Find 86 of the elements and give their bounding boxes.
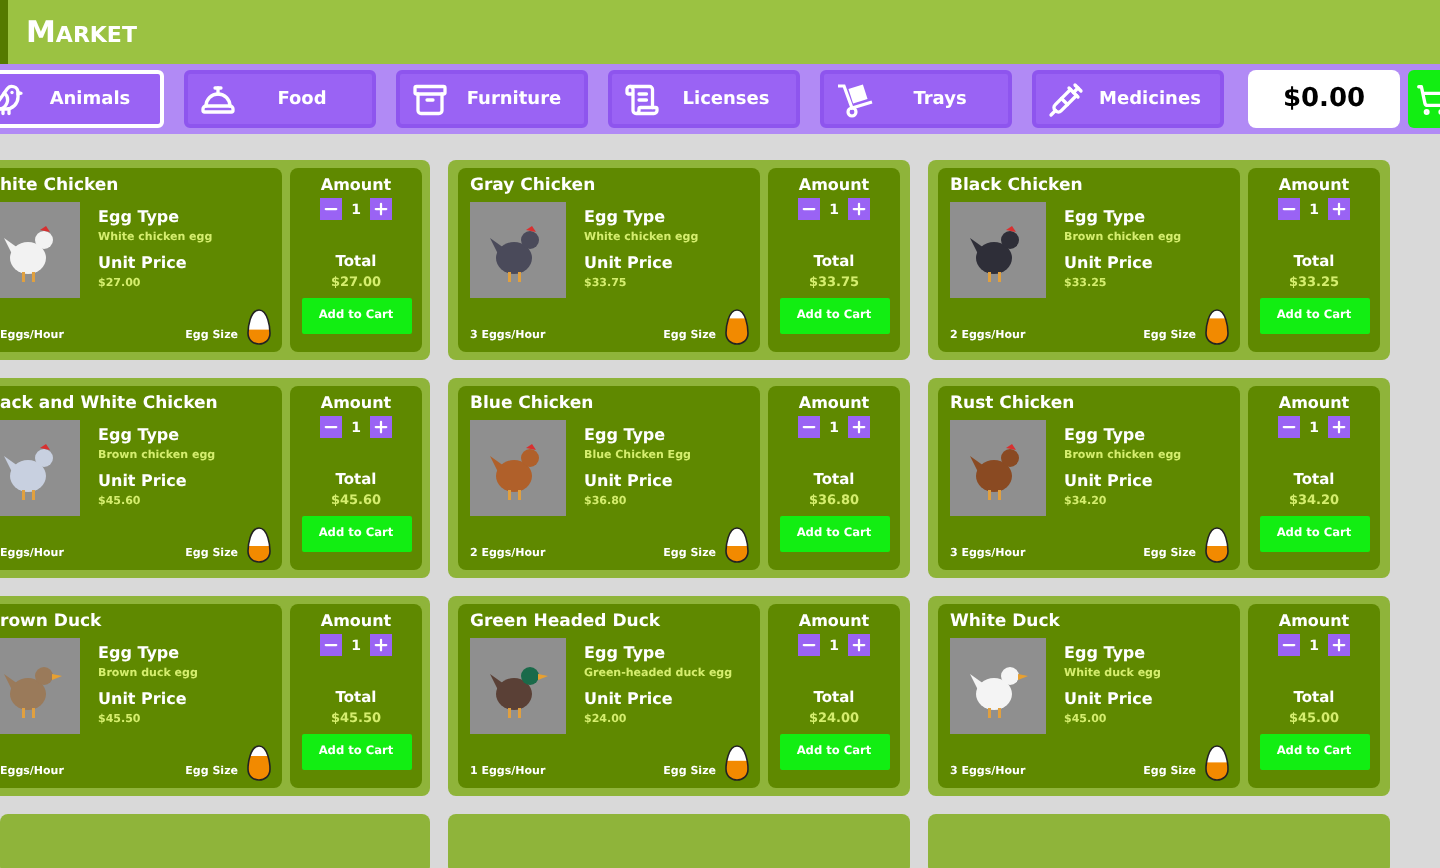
scroll-icon bbox=[624, 81, 660, 117]
product-name: Gray Chicken bbox=[470, 176, 598, 200]
amount-label: Amount bbox=[1278, 176, 1350, 194]
syringe-icon bbox=[1048, 81, 1084, 117]
increase-button[interactable] bbox=[1328, 416, 1351, 438]
increase-button[interactable] bbox=[370, 416, 393, 438]
plus-icon bbox=[372, 418, 391, 436]
decrease-button[interactable] bbox=[319, 634, 342, 656]
category-tab[interactable]: Licenses bbox=[608, 70, 800, 128]
plus-icon bbox=[1330, 636, 1349, 654]
egg-size-icon bbox=[724, 308, 750, 346]
bell-icon bbox=[200, 81, 236, 117]
amount-label: Amount bbox=[320, 394, 392, 412]
egg-size-icon bbox=[1204, 526, 1230, 564]
product-name: White Duck bbox=[950, 612, 1062, 636]
amount-label: Amount bbox=[320, 176, 392, 194]
decrease-button[interactable] bbox=[319, 416, 342, 438]
product-name: Blue Chicken bbox=[470, 394, 596, 418]
unit-price-label: Unit Price bbox=[584, 472, 675, 490]
egg-type-label: Egg Type bbox=[1064, 644, 1148, 662]
amount-label: Amount bbox=[1278, 394, 1350, 412]
product-name: Green Headed Duck bbox=[470, 612, 663, 636]
hand-truck-icon bbox=[836, 81, 876, 117]
category-tab[interactable]: Animals bbox=[0, 70, 164, 128]
plus-icon bbox=[1330, 418, 1349, 436]
unit-price-label: Unit Price bbox=[1064, 690, 1155, 708]
category-tab[interactable]: Food bbox=[184, 70, 376, 128]
unit-price-label: Unit Price bbox=[584, 254, 675, 272]
increase-button[interactable] bbox=[370, 634, 393, 656]
amount-label: Amount bbox=[1278, 612, 1350, 630]
egg-size-icon bbox=[246, 526, 272, 564]
plus-icon bbox=[850, 200, 869, 218]
increase-button[interactable] bbox=[848, 198, 871, 220]
product-name: Black Chicken bbox=[950, 176, 1085, 200]
amount-label: Amount bbox=[798, 612, 870, 630]
plus-icon bbox=[850, 636, 869, 654]
decrease-button[interactable] bbox=[797, 416, 820, 438]
product-name: rown Duck bbox=[0, 612, 104, 636]
egg-type-label: Egg Type bbox=[584, 426, 668, 444]
egg-size-icon bbox=[724, 526, 750, 564]
decrease-button[interactable] bbox=[1277, 416, 1300, 438]
decrease-button[interactable] bbox=[797, 634, 820, 656]
plus-icon bbox=[850, 418, 869, 436]
category-tab[interactable]: Medicines bbox=[1032, 70, 1224, 128]
plus-icon bbox=[372, 636, 391, 654]
decrease-button[interactable] bbox=[1277, 634, 1300, 656]
increase-button[interactable] bbox=[848, 416, 871, 438]
unit-price-label: Unit Price bbox=[98, 690, 189, 708]
unit-price-label: Unit Price bbox=[1064, 472, 1155, 490]
plus-icon bbox=[1330, 200, 1349, 218]
unit-price-label: Unit Price bbox=[584, 690, 675, 708]
egg-type-label: Egg Type bbox=[584, 644, 668, 662]
egg-type-label: Egg Type bbox=[98, 426, 182, 444]
cabinet-icon bbox=[412, 81, 448, 117]
unit-price-label: Unit Price bbox=[98, 254, 189, 272]
egg-type-label: Egg Type bbox=[584, 208, 668, 226]
cart-icon bbox=[1416, 83, 1440, 115]
amount-label: Amount bbox=[320, 612, 392, 630]
decrease-button[interactable] bbox=[319, 198, 342, 220]
egg-size-icon bbox=[246, 744, 272, 782]
egg-size-icon bbox=[724, 744, 750, 782]
egg-type-label: Egg Type bbox=[1064, 426, 1148, 444]
increase-button[interactable] bbox=[848, 634, 871, 656]
increase-button[interactable] bbox=[1328, 198, 1351, 220]
egg-size-icon bbox=[246, 308, 272, 346]
unit-price-label: Unit Price bbox=[98, 472, 189, 490]
egg-type-label: Egg Type bbox=[98, 208, 182, 226]
category-tab[interactable]: Trays bbox=[820, 70, 1012, 128]
amount-label: Amount bbox=[798, 176, 870, 194]
egg-type-label: Egg Type bbox=[98, 644, 182, 662]
increase-button[interactable] bbox=[1328, 634, 1351, 656]
amount-label: Amount bbox=[798, 394, 870, 412]
egg-type-label: Egg Type bbox=[1064, 208, 1148, 226]
unit-price-label: Unit Price bbox=[1064, 254, 1155, 272]
decrease-button[interactable] bbox=[1277, 198, 1300, 220]
category-tab[interactable]: Furniture bbox=[396, 70, 588, 128]
egg-size-icon bbox=[1204, 744, 1230, 782]
egg-size-icon bbox=[1204, 308, 1230, 346]
increase-button[interactable] bbox=[370, 198, 393, 220]
product-name: Rust Chicken bbox=[950, 394, 1077, 418]
product-name: hite Chicken bbox=[0, 176, 121, 200]
product-name: ack and White Chicken bbox=[0, 394, 220, 418]
balance-display: $0.00 bbox=[1248, 70, 1400, 128]
decrease-button[interactable] bbox=[797, 198, 820, 220]
plus-icon bbox=[372, 200, 391, 218]
page-title: Market bbox=[26, 14, 137, 50]
